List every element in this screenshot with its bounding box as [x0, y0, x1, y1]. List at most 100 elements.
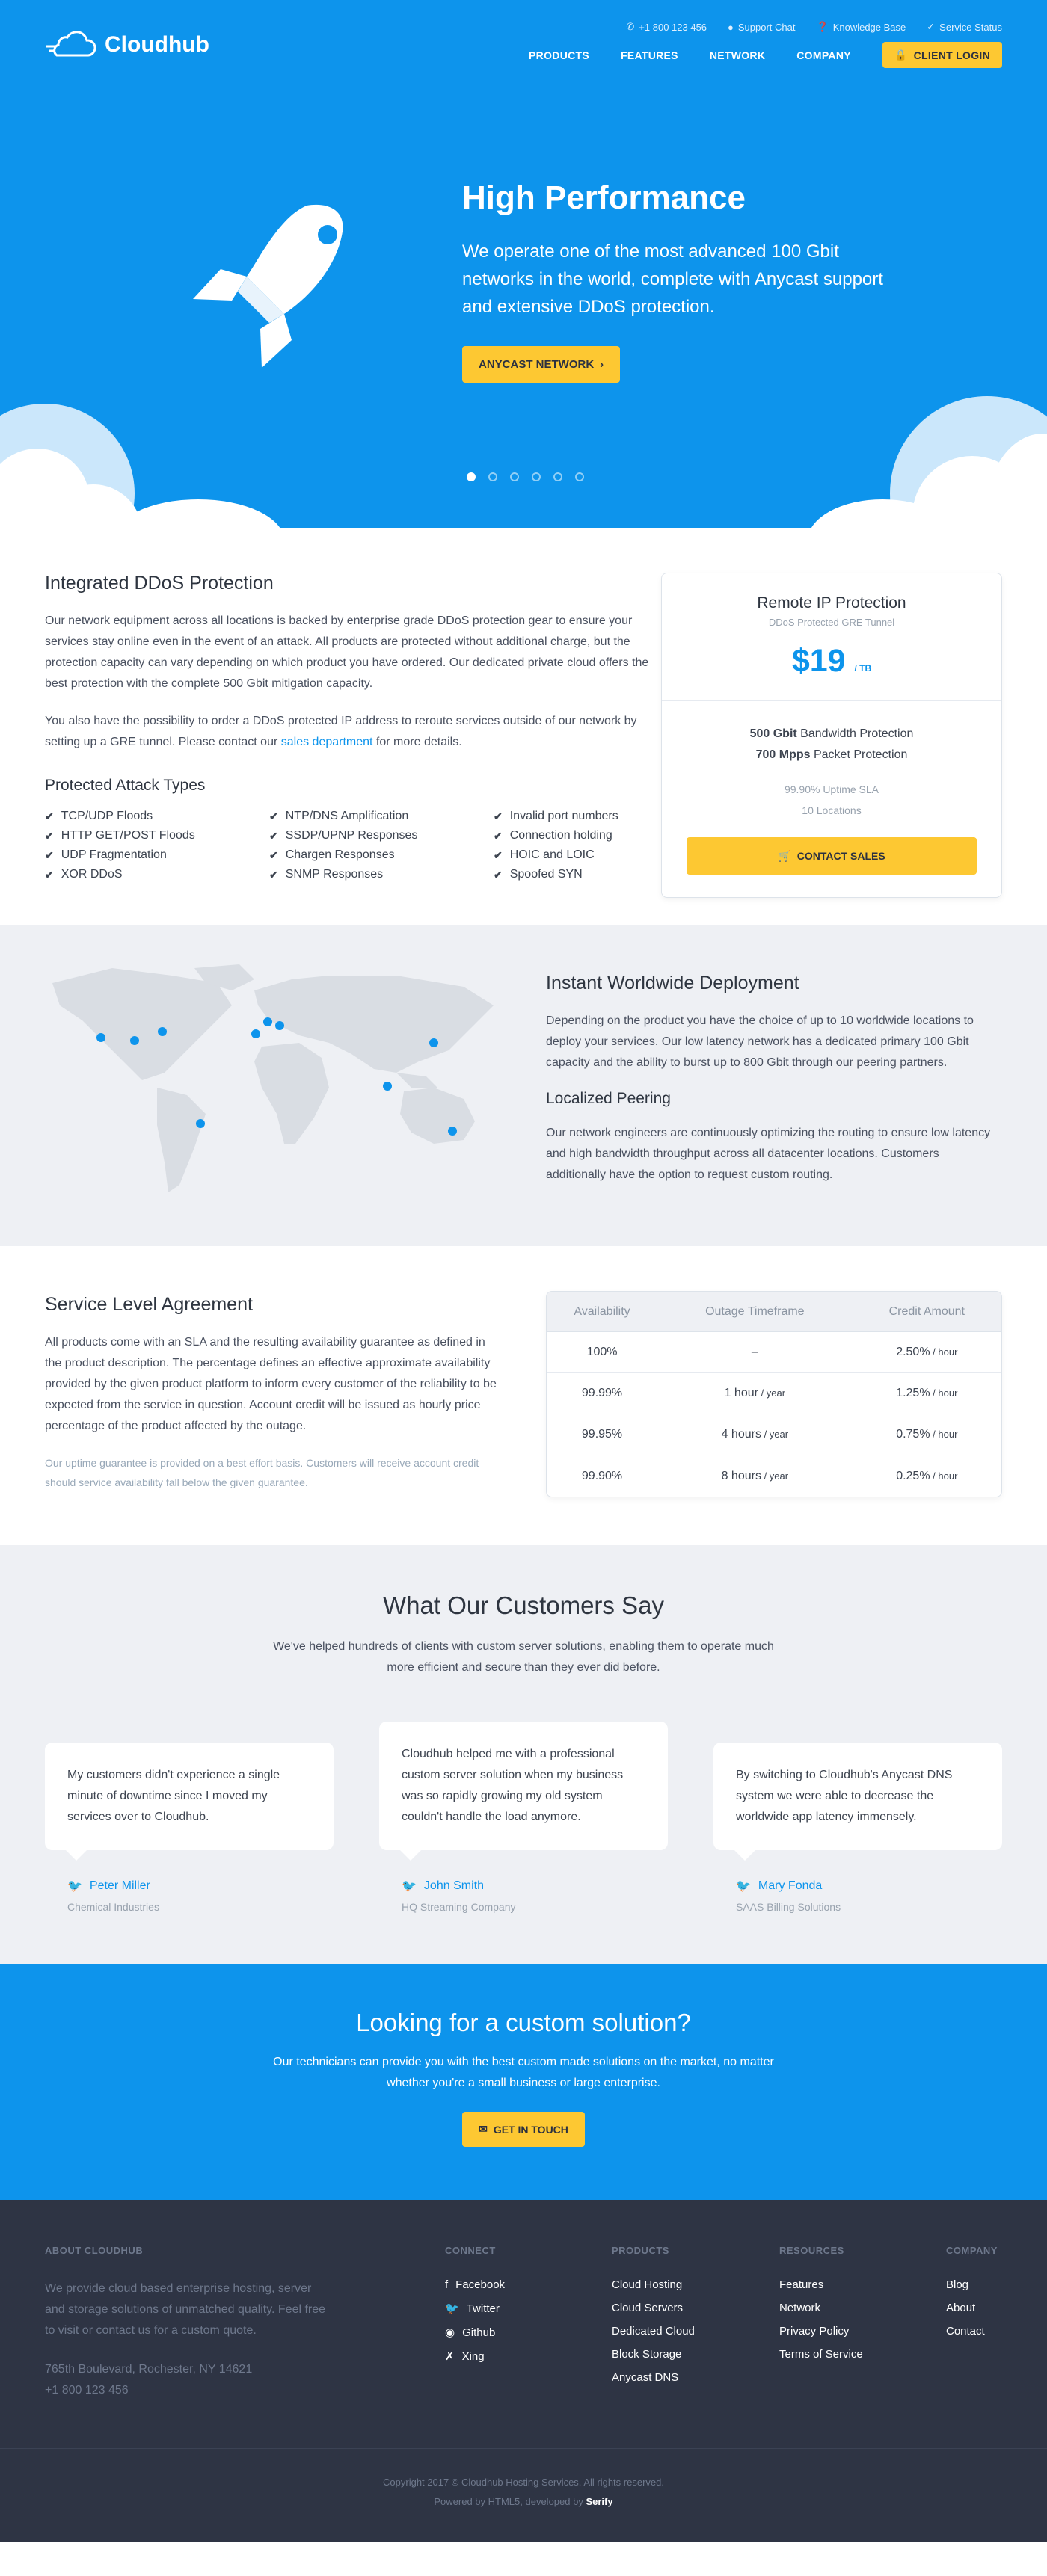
table-row: 99.99% 1 hour / year 1.25% / hour — [547, 1373, 1001, 1414]
check-icon: ✔ — [45, 829, 54, 842]
attack-item: ✔ Connection holding — [494, 829, 612, 842]
world-map — [52, 964, 494, 1192]
copyright: Copyright 2017 © Cloudhub Hosting Servic… — [383, 2477, 664, 2488]
footer-link[interactable]: Blog — [946, 2278, 998, 2291]
footer-link[interactable]: About — [946, 2302, 998, 2314]
slider-dot[interactable] — [575, 472, 584, 481]
nav-products[interactable]: PRODUCTS — [529, 49, 589, 61]
github-icon: ◉ — [445, 2326, 455, 2339]
attack-item: ✔ NTP/DNS Amplification — [269, 810, 409, 822]
footer-link[interactable]: Contact — [946, 2325, 998, 2338]
sla-text: All products come with an SLA and the re… — [45, 1336, 497, 1432]
deployment-title: Instant Worldwide Deployment — [546, 973, 799, 993]
twitter-link[interactable]: 🐦 Twitter — [445, 2302, 505, 2316]
testimonials-section: What Our Customers Say We've helped hund… — [0, 1545, 1047, 1964]
footer-company: COMPANY Blog About Contact — [946, 2245, 998, 2338]
client-login-button[interactable]: 🔒 CLIENT LOGIN — [882, 42, 1002, 68]
bandwidth-feature: 500 Gbit Bandwidth Protection — [749, 727, 914, 740]
column-header: Credit Amount — [852, 1292, 1001, 1332]
table-row: 99.95% 4 hours / year 0.75% / hour — [547, 1414, 1001, 1455]
uptime-sla: 99.90% Uptime SLA — [784, 783, 879, 795]
hero-content: High Performance We operate one of the m… — [462, 179, 896, 383]
testimonial-author: 🐦 Peter Miller Chemical Industries — [67, 1879, 159, 1913]
about-text: We provide cloud based enterprise hostin… — [45, 2282, 326, 2337]
author-twitter-link[interactable]: 🐦 Peter Miller — [67, 1879, 159, 1894]
xing-link[interactable]: ✗ Xing — [445, 2349, 505, 2364]
footer-link[interactable]: Terms of Service — [779, 2348, 863, 2361]
location-marker — [275, 1021, 284, 1030]
anycast-network-button[interactable]: ANYCAST NETWORK › — [462, 346, 621, 383]
footer-link[interactable]: Cloud Hosting — [612, 2278, 695, 2291]
author-company: HQ Streaming Company — [402, 1901, 516, 1913]
author-twitter-link[interactable]: 🐦 Mary Fonda — [736, 1879, 841, 1894]
hero-text: We operate one of the most advanced 100 … — [462, 241, 883, 317]
ddos-paragraph: Our network equipment across all locatio… — [45, 614, 649, 690]
author-twitter-link[interactable]: 🐦 John Smith — [402, 1879, 516, 1894]
logo[interactable]: Cloudhub — [45, 30, 209, 60]
column-header: Availability — [547, 1292, 658, 1332]
hero-section: ✆ +1 800 123 456 ● Support Chat ❓ Knowledge… — [0, 0, 1047, 528]
twitter-icon: 🐦 — [445, 2302, 459, 2315]
check-icon: ✔ — [494, 848, 503, 861]
author-company: Chemical Industries — [67, 1901, 159, 1913]
price: $19 / TB — [791, 643, 872, 679]
sales-department-link[interactable]: sales department — [281, 736, 373, 748]
attack-item: ✔ Chargen Responses — [269, 848, 395, 861]
location-marker — [158, 1027, 167, 1036]
footer-link[interactable]: Cloud Servers — [612, 2302, 695, 2314]
footer-link[interactable]: Features — [779, 2278, 863, 2291]
nav-features[interactable]: FEATURES — [621, 49, 678, 61]
attack-item: ✔ TCP/UDP Floods — [45, 810, 153, 822]
slider-dot[interactable] — [467, 472, 476, 481]
table-row: 100% – 2.50% / hour — [547, 1332, 1001, 1373]
phone-link[interactable]: ✆ +1 800 123 456 — [626, 21, 707, 33]
attack-item: ✔ Invalid port numbers — [494, 810, 618, 822]
check-icon: ✔ — [269, 810, 278, 822]
knowledge-base-link[interactable]: ❓ Knowledge Base — [817, 21, 906, 33]
slider-dot[interactable] — [532, 472, 541, 481]
sla-table: Availability Outage Timeframe Credit Amo… — [546, 1291, 1002, 1497]
footer-products: PRODUCTS Cloud Hosting Cloud Servers Ded… — [612, 2245, 695, 2384]
facebook-link[interactable]: f Facebook — [445, 2278, 505, 2291]
developer-link[interactable]: Serify — [586, 2496, 612, 2507]
footer-link[interactable]: Privacy Policy — [779, 2325, 863, 2338]
github-link[interactable]: ◉ Github — [445, 2326, 505, 2340]
testimonial-author: 🐦 John Smith HQ Streaming Company — [402, 1879, 516, 1913]
slider-dot[interactable] — [553, 472, 562, 481]
location-marker — [196, 1119, 205, 1128]
check-icon: ✔ — [269, 829, 278, 842]
footer-link[interactable]: Network — [779, 2302, 863, 2314]
slider-dot[interactable] — [510, 472, 519, 481]
nav-company[interactable]: COMPANY — [796, 49, 851, 61]
ddos-section: Integrated DDoS Protection Our network e… — [0, 528, 1047, 925]
cta-section: Looking for a custom solution? Our techn… — [0, 1964, 1047, 2200]
cloud-logo-icon — [46, 31, 96, 57]
support-chat-link[interactable]: ● Support Chat — [728, 21, 795, 33]
peering-title: Localized Peering — [546, 1090, 671, 1107]
footer-link[interactable]: Block Storage — [612, 2348, 695, 2361]
attack-list: ✔ TCP/UDP Floods ✔ NTP/DNS Amplification ✔… — [45, 810, 673, 881]
footer-connect: CONNECT f Facebook 🐦 Twitter ◉ Github ✗ Xing — [445, 2245, 506, 2364]
nav-network[interactable]: NETWORK — [710, 49, 765, 61]
check-icon: ✔ — [494, 829, 503, 842]
rocket-illustration — [193, 204, 343, 368]
get-in-touch-button[interactable]: ✉ GET IN TOUCH — [462, 2112, 585, 2147]
slider-dot[interactable] — [488, 472, 497, 481]
testimonial-author: 🐦 Mary Fonda SAAS Billing Solutions — [736, 1879, 841, 1913]
contact-sales-button[interactable]: 🛒 CONTACT SALES — [687, 837, 977, 875]
testimonial-card: My customers didn't experience a single … — [45, 1743, 334, 1861]
attack-item: ✔ UDP Fragmentation — [45, 848, 167, 861]
sla-title: Service Level Agreement — [45, 1294, 253, 1315]
footer-resources: RESOURCES Features Network Privacy Polic… — [779, 2245, 863, 2361]
footer-link[interactable]: Dedicated Cloud — [612, 2325, 695, 2338]
footer-link[interactable]: Anycast DNS — [612, 2371, 695, 2384]
check-icon: ✔ — [269, 848, 278, 861]
xing-icon: ✗ — [445, 2350, 455, 2363]
pricing-title: Remote IP Protection — [757, 594, 906, 611]
envelope-icon: ✉ — [479, 2123, 488, 2135]
service-status-link[interactable]: ✓ Service Status — [927, 21, 1002, 33]
help-icon: ❓ — [816, 21, 829, 32]
location-count: 10 Locations — [802, 804, 862, 816]
location-marker — [96, 1033, 105, 1042]
twitter-icon: 🐦 — [736, 1880, 751, 1893]
